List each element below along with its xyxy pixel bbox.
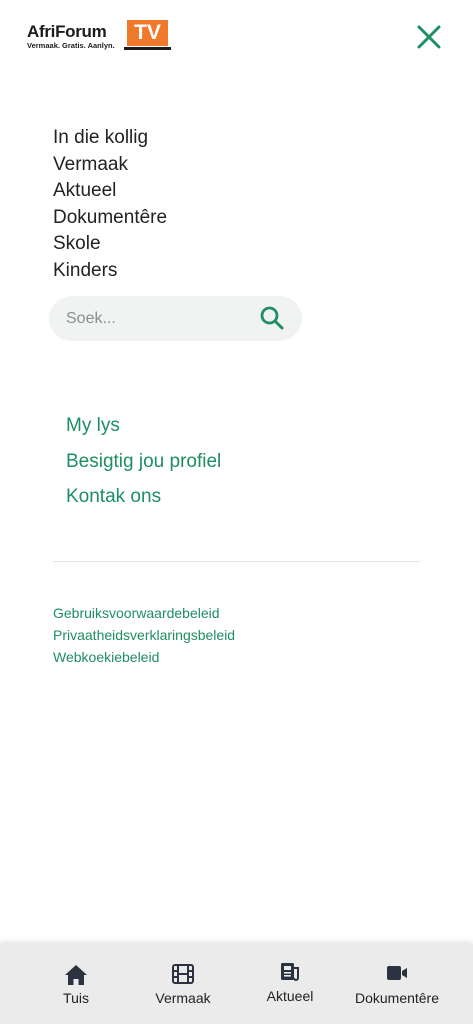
tab-vermaak-label: Vermaak xyxy=(155,990,211,1006)
close-icon xyxy=(417,25,441,49)
bottom-tab-bar: Tuis Vermaak Aktueel Dokumentêre xyxy=(0,944,473,1024)
logo-wordmark: AfriForum xyxy=(27,22,107,41)
logo-tagline: Vermaak. Gratis. Aanlyn. xyxy=(27,41,115,50)
contact-us-link[interactable]: Kontak ons xyxy=(66,479,221,515)
tab-dokumentere-label: Dokumentêre xyxy=(354,990,440,1006)
terms-of-use-link[interactable]: Gebruiksvoorwaardebeleid xyxy=(53,602,235,624)
main-menu: In die kollig Vermaak Aktueel Dokumentêr… xyxy=(53,125,167,284)
menu-item-skole[interactable]: Skole xyxy=(53,231,167,258)
view-profile-link[interactable]: Besigtig jou profiel xyxy=(66,444,221,480)
tab-tuis[interactable]: Tuis xyxy=(26,944,126,1024)
account-menu: My lys Besigtig jou profiel Kontak ons xyxy=(66,408,221,515)
menu-item-vermaak[interactable]: Vermaak xyxy=(53,152,167,179)
tab-dokumentere[interactable]: Dokumentêre xyxy=(347,944,447,1024)
film-icon xyxy=(172,964,194,984)
menu-item-in-die-kollig[interactable]: In die kollig xyxy=(53,125,167,152)
logo-tv-badge: TV xyxy=(127,20,168,46)
news-icon xyxy=(281,963,299,981)
home-icon xyxy=(65,965,87,985)
my-list-link[interactable]: My lys xyxy=(66,408,221,444)
menu-divider xyxy=(53,561,420,562)
cookie-policy-link[interactable]: Webkoekiebeleid xyxy=(53,646,235,668)
close-button[interactable] xyxy=(413,21,445,53)
search-icon xyxy=(260,306,284,330)
search-input[interactable] xyxy=(66,296,246,341)
menu-item-kinders[interactable]: Kinders xyxy=(53,258,167,285)
menu-item-dokumentere[interactable]: Dokumentêre xyxy=(53,205,167,232)
tab-tuis-label: Tuis xyxy=(63,990,89,1006)
privacy-policy-link[interactable]: Privaatheidsverklaringsbeleid xyxy=(53,624,235,646)
tab-aktueel[interactable]: Aktueel xyxy=(240,944,340,1024)
logo-tv-stand xyxy=(124,47,171,50)
tab-vermaak[interactable]: Vermaak xyxy=(133,944,233,1024)
app-header: AfriForum Vermaak. Gratis. Aanlyn. TV xyxy=(0,0,473,72)
tab-aktueel-label: Aktueel xyxy=(266,988,314,1004)
search-button[interactable] xyxy=(258,304,286,332)
menu-item-aktueel[interactable]: Aktueel xyxy=(53,178,167,205)
video-camera-icon xyxy=(387,966,407,980)
afriforum-tv-logo[interactable]: AfriForum Vermaak. Gratis. Aanlyn. TV xyxy=(27,20,171,54)
legal-links: Gebruiksvoorwaardebeleid Privaatheidsver… xyxy=(53,602,235,668)
